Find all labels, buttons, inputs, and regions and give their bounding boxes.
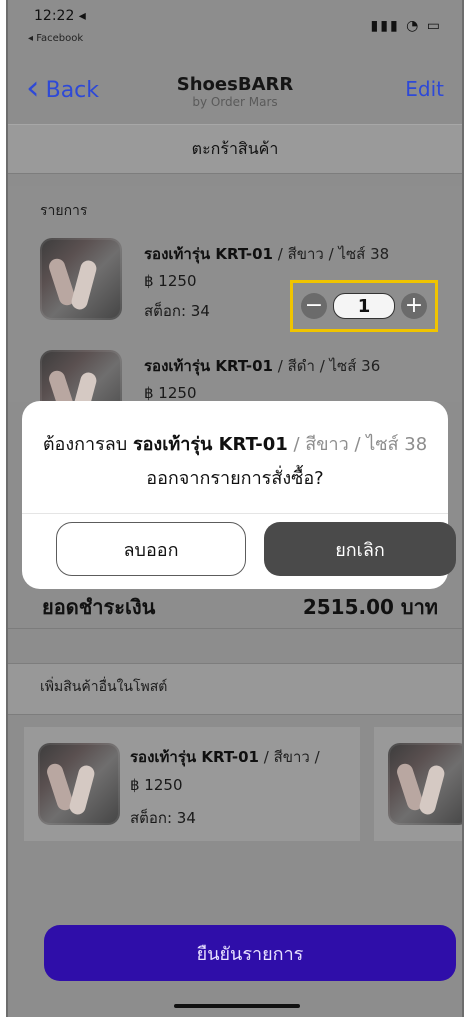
cart-item-variant: / สีขาว / ไซส์ 38 — [277, 245, 390, 263]
product-thumbnail — [388, 743, 462, 825]
product-card-stock: สต็อก: 34 — [130, 809, 196, 827]
dialog-message-prefix: ต้องการลบ — [42, 434, 133, 455]
product-card-title: รองเท้ารุ่น KRT-01 / สีขาว / — [130, 745, 320, 769]
total-label: ยอดชำระเงิน — [42, 595, 156, 619]
cart-list-label: รายการ — [40, 203, 88, 219]
quantity-value[interactable]: 1 — [333, 293, 395, 319]
more-products-label: เพิ่มสินค้าอื่นในโพสต์ — [40, 679, 168, 695]
edit-button[interactable]: Edit — [405, 77, 444, 101]
cart-item-title: รองเท้ารุ่น KRT-01 / สีดำ / ไซส์ 36 — [144, 354, 380, 378]
dialog-item-variant: / สีขาว / ไซส์ 38 — [293, 434, 428, 455]
dialog-divider — [22, 513, 448, 514]
page-subtitle: by Order Mars — [192, 95, 278, 109]
status-icons: ▮▮▮ ◔ ▭ — [370, 18, 442, 34]
confirm-order-button[interactable]: ยืนยันรายการ — [44, 925, 456, 981]
product-card-price: ฿ 1250 — [130, 776, 183, 794]
dialog-message: ต้องการลบ รองเท้ารุ่น KRT-01 / สีขาว / ไ… — [22, 429, 448, 458]
cart-header: ตะกร้าสินค้า — [8, 125, 462, 174]
increase-button[interactable]: + — [401, 293, 427, 319]
quantity-stepper: − 1 + — [290, 280, 438, 332]
cart-item-variant: / สีดำ / ไซส์ 36 — [277, 357, 381, 375]
product-card-variant: / สีขาว / — [263, 748, 320, 766]
product-thumbnail — [38, 743, 120, 825]
delete-button[interactable]: ลบออก — [56, 522, 246, 576]
decrease-button[interactable]: − — [301, 293, 327, 319]
cart-item-name: รองเท้ารุ่น KRT-01 — [144, 357, 273, 375]
product-card-name: รองเท้ารุ่น KRT-01 — [130, 748, 259, 766]
cart-item-price: ฿ 1250 — [144, 272, 197, 290]
delete-confirm-dialog: ต้องการลบ รองเท้ารุ่น KRT-01 / สีขาว / ไ… — [22, 401, 456, 589]
phone-screen: 12:22 ◂ ◂ Facebook ▮▮▮ ◔ ▭ ‹ Back ShoesB… — [6, 0, 464, 1017]
status-time: 12:22 ◂ — [34, 8, 86, 24]
product-card[interactable]: รองเท้ารุ่น KRT-01 / สีขาว / ฿ 1250 สต็อ… — [24, 727, 360, 841]
cart-item-title: รองเท้ารุ่น KRT-01 / สีขาว / ไซส์ 38 — [144, 242, 389, 266]
page-title: ShoesBARR — [176, 74, 294, 95]
product-card[interactable] — [374, 727, 462, 841]
total-divider — [8, 628, 462, 629]
cart-item-price: ฿ 1250 — [144, 384, 197, 402]
dialog-message-secondary: ออกจากรายการสั่งซื้อ? — [146, 468, 324, 489]
cart-item: รองเท้ารุ่น KRT-01 / สีขาว / ไซส์ 38 ฿ 1… — [40, 238, 438, 338]
status-back-to-app[interactable]: ◂ Facebook — [28, 33, 83, 44]
product-thumbnail — [40, 238, 122, 320]
cart-item-stock: สต็อก: 34 — [144, 302, 210, 320]
dialog-item-name: รองเท้ารุ่น KRT-01 — [132, 434, 288, 455]
home-indicator — [174, 1004, 300, 1008]
cancel-button[interactable]: ยกเลิก — [264, 522, 456, 576]
total-value: 2515.00 บาท — [302, 595, 438, 619]
cart-item-name: รองเท้ารุ่น KRT-01 — [144, 245, 273, 263]
